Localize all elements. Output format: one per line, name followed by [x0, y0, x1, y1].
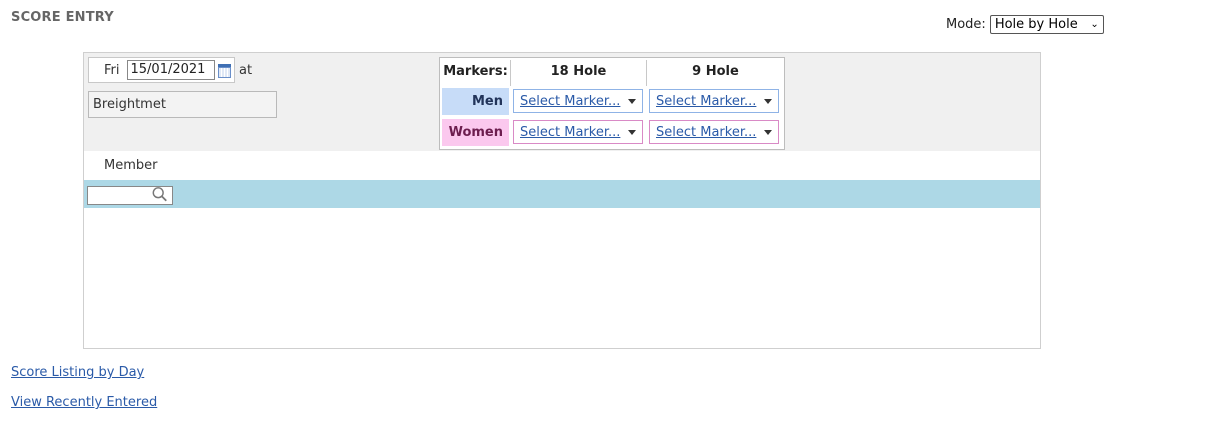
search-icon[interactable]: [151, 186, 169, 203]
chevron-down-icon: [764, 129, 772, 135]
mode-label: Mode:: [946, 17, 986, 32]
course-field[interactable]: Breightmet: [88, 91, 277, 118]
at-label: at: [239, 63, 253, 78]
men-18-hole-marker-text: Select Marker...: [520, 93, 621, 109]
mode-control: Mode: Hole by Hole ⌄: [946, 15, 1104, 34]
markers-table: Markers: 18 Hole 9 Hole Men Select Marke…: [439, 57, 785, 150]
entry-header: Fri 15/01/2021 at Breightmet Markers: 18…: [84, 53, 1040, 151]
member-column-header: Member: [104, 158, 158, 173]
score-entry-panel: Fri 15/01/2021 at Breightmet Markers: 18…: [83, 52, 1041, 349]
chevron-down-icon: [628, 129, 636, 135]
men-9-hole-marker-select[interactable]: Select Marker...: [649, 89, 779, 113]
men-9-hole-marker-text: Select Marker...: [656, 93, 757, 109]
women-9-hole-marker-text: Select Marker...: [656, 124, 757, 140]
chevron-down-icon: ⌄: [1090, 19, 1099, 30]
women-9-hole-marker-select[interactable]: Select Marker...: [649, 120, 779, 144]
calendar-icon[interactable]: [217, 63, 231, 78]
view-recently-entered-link[interactable]: View Recently Entered: [11, 395, 157, 410]
men-label: Men: [442, 88, 509, 115]
men-18-hole-marker-select[interactable]: Select Marker...: [513, 89, 643, 113]
chevron-down-icon: [764, 98, 772, 104]
markers-title: Markers:: [443, 64, 508, 79]
date-input[interactable]: 15/01/2021: [126, 60, 215, 80]
chevron-down-icon: [628, 98, 636, 104]
column-18-hole: 18 Hole: [550, 64, 607, 79]
column-9-hole: 9 Hole: [692, 64, 739, 79]
page-title: SCORE ENTRY: [11, 10, 114, 25]
score-listing-by-day-link[interactable]: Score Listing by Day: [11, 365, 144, 380]
women-18-hole-marker-text: Select Marker...: [520, 124, 621, 140]
mode-select[interactable]: Hole by Hole ⌄: [989, 15, 1104, 34]
women-18-hole-marker-select[interactable]: Select Marker...: [513, 120, 643, 144]
day-label: Fri: [104, 62, 120, 78]
member-search-row: [84, 180, 1040, 208]
mode-select-value: Hole by Hole: [994, 17, 1078, 32]
women-label: Women: [442, 119, 509, 146]
date-box: Fri 15/01/2021: [88, 57, 235, 83]
